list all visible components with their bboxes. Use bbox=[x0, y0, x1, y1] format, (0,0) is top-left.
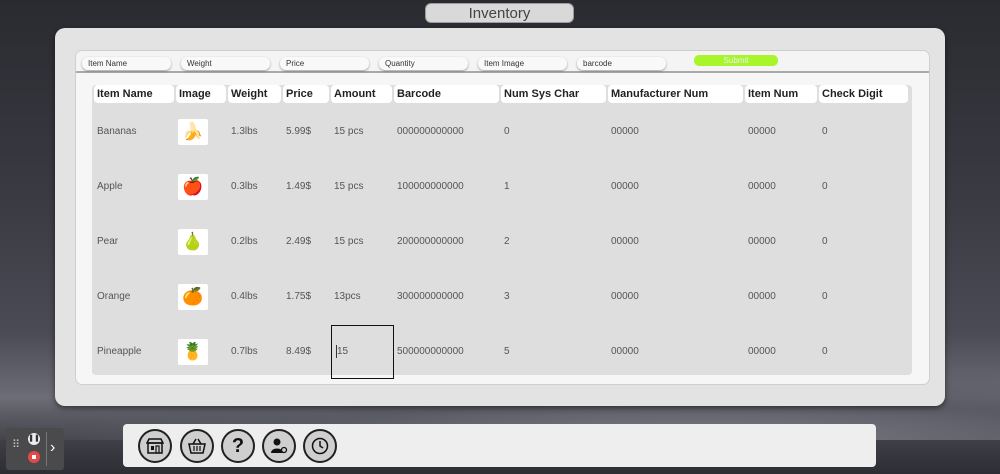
cell-num-sys-char[interactable]: 0 bbox=[501, 105, 510, 159]
cell-check-digit[interactable]: 0 bbox=[819, 105, 828, 159]
cell-item-name[interactable]: Bananas bbox=[94, 105, 136, 159]
cell-item-name[interactable]: Orange bbox=[94, 270, 130, 324]
cell-price[interactable]: 1.49$ bbox=[283, 160, 311, 214]
table-row[interactable]: Orange 🍊 0.4lbs 1.75$ 13pcs 300000000000… bbox=[92, 270, 912, 324]
cell-manufacturer-num[interactable]: 00000 bbox=[608, 270, 639, 324]
submit-button[interactable]: Submit bbox=[694, 55, 778, 66]
barcode-field[interactable] bbox=[577, 57, 666, 70]
cell-amount[interactable]: 15 bbox=[334, 325, 348, 379]
cell-manufacturer-num[interactable]: 00000 bbox=[608, 325, 639, 379]
cell-weight[interactable]: 0.7lbs bbox=[228, 325, 258, 379]
cell-barcode[interactable]: 200000000000 bbox=[394, 215, 464, 269]
cell-amount[interactable]: 15 pcs bbox=[331, 160, 363, 214]
store-icon[interactable] bbox=[138, 429, 172, 463]
inventory-panel: Submit Item Name Image Weight Price Amou… bbox=[55, 28, 945, 406]
cell-num-sys-char[interactable]: 3 bbox=[501, 270, 510, 324]
cell-manufacturer-num[interactable]: 00000 bbox=[608, 105, 639, 159]
cell-check-digit[interactable]: 0 bbox=[819, 160, 828, 214]
cell-manufacturer-num[interactable]: 00000 bbox=[608, 160, 639, 214]
cell-num-sys-char[interactable]: 2 bbox=[501, 215, 510, 269]
playback-controls: ⠿ ❚❚ › bbox=[6, 428, 64, 470]
cell-price[interactable]: 1.75$ bbox=[283, 270, 311, 324]
weight-field[interactable] bbox=[181, 57, 270, 70]
column-header-manufacturer-num[interactable]: Manufacturer Num bbox=[608, 85, 743, 103]
chevron-right-icon[interactable]: › bbox=[50, 439, 55, 457]
cell-amount[interactable]: 15 pcs bbox=[331, 215, 363, 269]
table-row[interactable]: Bananas 🍌 1.3lbs 5.99$ 15 pcs 0000000000… bbox=[92, 105, 912, 159]
cell-barcode[interactable]: 100000000000 bbox=[394, 160, 464, 214]
divider bbox=[46, 432, 47, 466]
column-header-price[interactable]: Price bbox=[283, 85, 329, 103]
cell-weight[interactable]: 0.2lbs bbox=[228, 215, 258, 269]
column-header-barcode[interactable]: Barcode bbox=[394, 85, 499, 103]
column-header-check-digit[interactable]: Check Digit bbox=[819, 85, 908, 103]
cell-price[interactable]: 5.99$ bbox=[283, 105, 311, 159]
quantity-field[interactable] bbox=[379, 57, 468, 70]
cell-item-name[interactable]: Apple bbox=[94, 160, 123, 214]
cell-check-digit[interactable]: 0 bbox=[819, 325, 828, 379]
table-row[interactable]: Pineapple 🍍 0.7lbs 8.49$ 15 500000000000… bbox=[92, 325, 912, 379]
user-settings-icon[interactable] bbox=[262, 429, 296, 463]
table-row[interactable]: Apple 🍎 0.3lbs 1.49$ 15 pcs 100000000000… bbox=[92, 160, 912, 214]
cell-item-name[interactable]: Pineapple bbox=[94, 325, 141, 379]
column-header-item-num[interactable]: Item Num bbox=[745, 85, 817, 103]
pear-icon: 🍐 bbox=[178, 229, 208, 255]
cell-check-digit[interactable]: 0 bbox=[819, 215, 828, 269]
cell-weight[interactable]: 1.3lbs bbox=[228, 105, 258, 159]
orange-icon: 🍊 bbox=[178, 284, 208, 310]
cell-item-num[interactable]: 00000 bbox=[745, 215, 776, 269]
cell-num-sys-char[interactable]: 5 bbox=[501, 325, 510, 379]
cell-item-num[interactable]: 00000 bbox=[745, 160, 776, 214]
help-icon[interactable]: ? bbox=[221, 429, 255, 463]
stop-icon[interactable] bbox=[28, 451, 40, 463]
clock-icon[interactable] bbox=[303, 429, 337, 463]
basket-icon[interactable] bbox=[180, 429, 214, 463]
inventory-inner: Submit Item Name Image Weight Price Amou… bbox=[75, 50, 930, 385]
cell-barcode[interactable]: 000000000000 bbox=[394, 105, 464, 159]
page-title: Inventory bbox=[425, 3, 574, 23]
cell-num-sys-char[interactable]: 1 bbox=[501, 160, 510, 214]
cell-price[interactable]: 8.49$ bbox=[283, 325, 311, 379]
cell-price[interactable]: 2.49$ bbox=[283, 215, 311, 269]
add-item-form: Submit bbox=[76, 51, 929, 73]
column-header-weight[interactable]: Weight bbox=[228, 85, 281, 103]
pineapple-icon: 🍍 bbox=[178, 339, 208, 365]
cell-item-num[interactable]: 00000 bbox=[745, 325, 776, 379]
apple-icon: 🍎 bbox=[178, 174, 208, 200]
cell-amount[interactable]: 15 pcs bbox=[331, 105, 363, 159]
pause-icon[interactable]: ❚❚ bbox=[28, 433, 40, 445]
cell-barcode[interactable]: 500000000000 bbox=[394, 325, 464, 379]
column-header-amount[interactable]: Amount bbox=[331, 85, 392, 103]
cell-amount[interactable]: 13pcs bbox=[331, 270, 361, 324]
inventory-table: Item Name Image Weight Price Amount Barc… bbox=[92, 85, 912, 379]
column-header-image[interactable]: Image bbox=[176, 85, 226, 103]
cell-item-num[interactable]: 00000 bbox=[745, 105, 776, 159]
drag-handle-icon[interactable]: ⠿ bbox=[12, 440, 20, 451]
cell-weight[interactable]: 0.3lbs bbox=[228, 160, 258, 214]
cell-item-num[interactable]: 00000 bbox=[745, 270, 776, 324]
column-header-item-name[interactable]: Item Name bbox=[94, 85, 174, 103]
cell-check-digit[interactable]: 0 bbox=[819, 270, 828, 324]
price-field[interactable] bbox=[280, 57, 369, 70]
bottom-dock: ? bbox=[123, 424, 876, 467]
cell-weight[interactable]: 0.4lbs bbox=[228, 270, 258, 324]
item-name-field[interactable] bbox=[82, 57, 171, 70]
item-image-field[interactable] bbox=[478, 57, 567, 70]
banana-icon: 🍌 bbox=[178, 119, 208, 145]
cell-barcode[interactable]: 300000000000 bbox=[394, 270, 464, 324]
table-row[interactable]: Pear 🍐 0.2lbs 2.49$ 15 pcs 200000000000 … bbox=[92, 215, 912, 269]
cell-item-name[interactable]: Pear bbox=[94, 215, 118, 269]
column-header-num-sys-char[interactable]: Num Sys Char bbox=[501, 85, 606, 103]
cell-manufacturer-num[interactable]: 00000 bbox=[608, 215, 639, 269]
